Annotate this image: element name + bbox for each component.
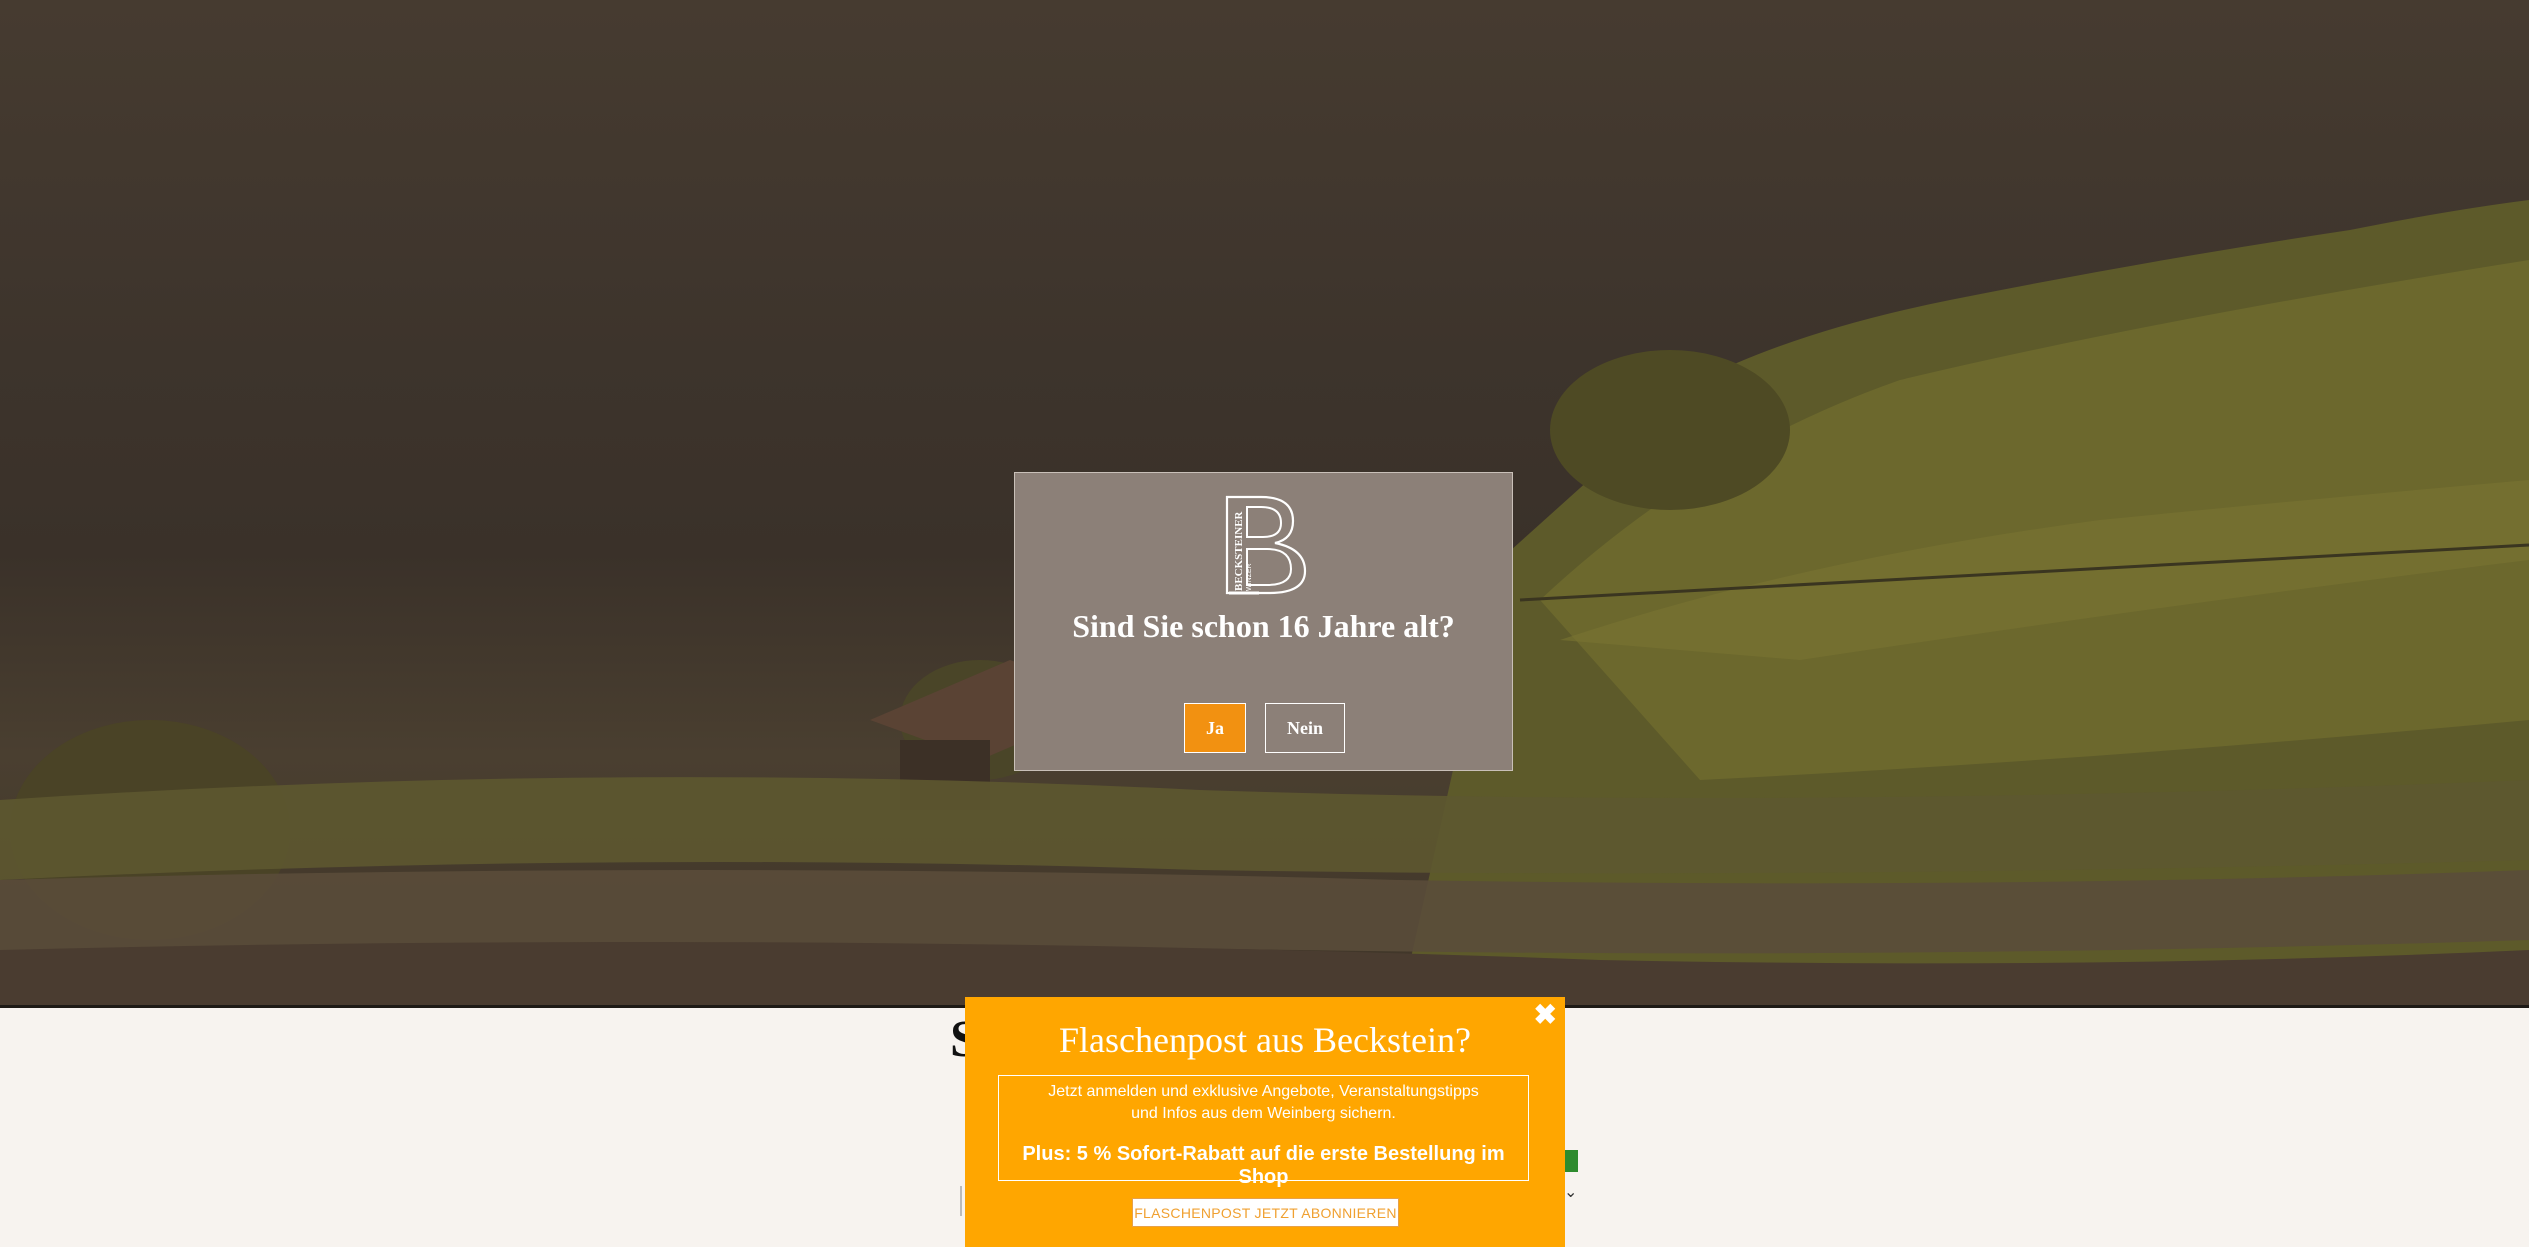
age-question: Sind Sie schon 16 Jahre alt? [1072, 608, 1455, 644]
newsletter-text-line1: Jetzt anmelden und exklusive Angebote, V… [1048, 1083, 1479, 1100]
newsletter-popup: ✖ Flaschenpost aus Beckstein? Jetzt anme… [965, 997, 1565, 1247]
subscribe-button[interactable]: FLASCHENPOST JETZT ABONNIEREN [1132, 1198, 1399, 1227]
svg-text:WINZER: WINZER [1246, 563, 1253, 591]
age-yes-button[interactable]: Ja [1184, 703, 1246, 753]
newsletter-promo: Plus: 5 % Sofort-Rabatt auf die erste Be… [1022, 1143, 1505, 1188]
age-verification-modal: BECKSTEINER WINZER Sind Sie schon 16 Jah… [1014, 472, 1513, 771]
newsletter-text-line2: und Infos aus dem Weinberg sichern. [1131, 1105, 1396, 1122]
age-no-button[interactable]: Nein [1265, 703, 1345, 753]
newsletter-title: Flaschenpost aus Beckstein? [1059, 1020, 1471, 1060]
svg-text:BECKSTEINER: BECKSTEINER [1233, 510, 1245, 591]
chevron-down-icon[interactable]: ⌄ [1564, 1182, 1577, 1202]
newsletter-info-box: Jetzt anmelden und exklusive Angebote, V… [998, 1075, 1529, 1188]
beckstein-logo: BECKSTEINER WINZER [1225, 495, 1307, 595]
